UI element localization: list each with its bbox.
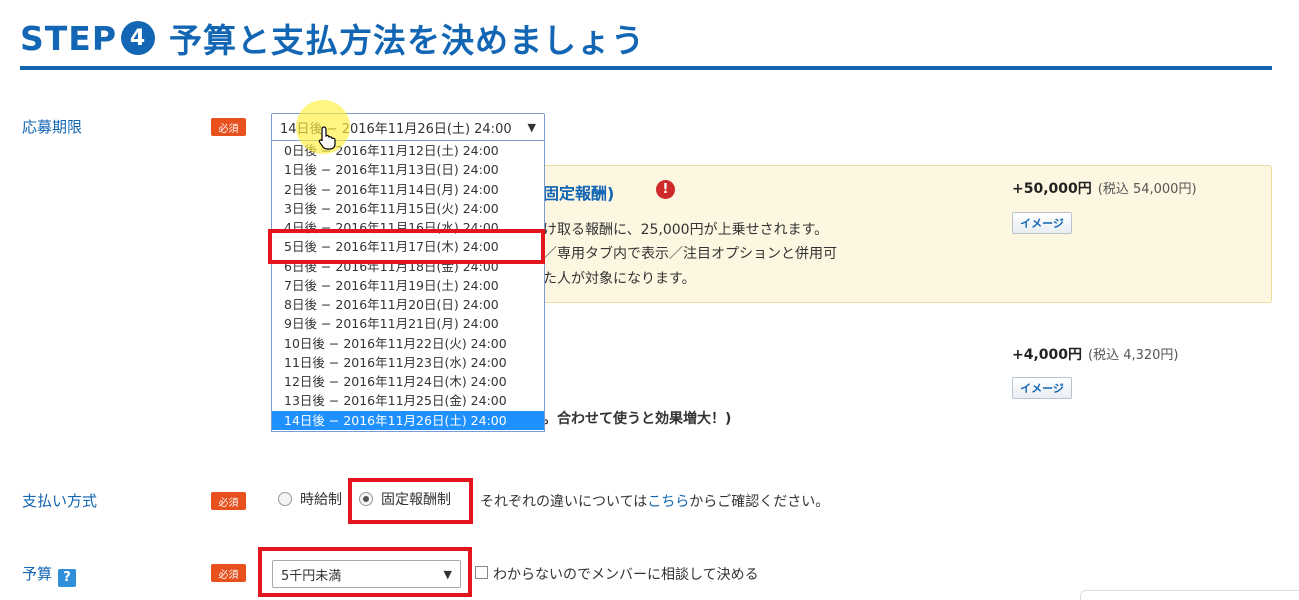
deadline-dropdown-list[interactable]: 0日後 − 2016年11月12日(土) 24:00 1日後 − 2016年11… — [271, 140, 545, 432]
premium-price: +50,000円 (税込 54,000円) — [1012, 178, 1197, 198]
payment-note-link[interactable]: こちら — [647, 494, 689, 510]
chevron-down-icon: ▼ — [527, 120, 536, 134]
deadline-option-10[interactable]: 10日後 − 2016年11月22日(火) 24:00 — [272, 334, 544, 353]
premium-desc-line-2: ／専用タブ内で表示／注目オプションと併用可 — [543, 246, 837, 262]
premium-desc-line-1: け取る報酬に、25,000円が上乗せされます。 — [543, 222, 829, 238]
deadline-option-12[interactable]: 12日後 − 2016年11月24日(木) 24:00 — [272, 372, 544, 391]
budget-required-badge: 必須 — [211, 564, 246, 582]
deadline-option-7[interactable]: 7日後 − 2016年11月19日(土) 24:00 — [272, 276, 544, 295]
deadline-option-2[interactable]: 2日後 − 2016年11月14日(月) 24:00 — [272, 180, 544, 199]
floating-panel-edge — [1080, 590, 1299, 600]
consult-checkbox[interactable] — [475, 566, 488, 579]
payment-note-prefix: それぞれの違いについては — [480, 494, 648, 510]
title-divider — [20, 66, 1272, 70]
premium-price-value: +50,000円 — [1012, 181, 1092, 197]
deadline-option-14[interactable]: 14日後 − 2016年11月26日(土) 24:00 — [272, 410, 544, 430]
hand-cursor-icon — [318, 126, 336, 150]
premium-option-title: 固定報酬) — [543, 184, 615, 203]
second-option-image-button[interactable]: イメージ — [1012, 377, 1072, 399]
radio-hourly[interactable]: 時給制 — [278, 489, 342, 509]
deadline-option-1[interactable]: 1日後 − 2016年11月13日(日) 24:00 — [272, 160, 544, 179]
highlight-box-budget — [258, 547, 472, 597]
budget-label: 予算? — [22, 563, 77, 587]
step-label: STEP — [20, 18, 118, 58]
second-option-price: +4,000円 (税込 4,320円) — [1012, 344, 1179, 364]
premium-price-tax: (税込 54,000円) — [1097, 182, 1197, 197]
page-title: STEP 4 予算と支払方法を決めましょう — [20, 14, 645, 62]
highlight-box-fixed-rate — [348, 478, 473, 524]
step-number-badge: 4 — [121, 21, 156, 55]
deadline-option-11[interactable]: 11日後 − 2016年11月23日(水) 24:00 — [272, 353, 544, 372]
radio-hourly-label: 時給制 — [300, 492, 342, 508]
second-option-note: 。合わせて使うと効果増大！) — [543, 411, 732, 427]
second-option-price-tax: (税込 4,320円) — [1088, 348, 1179, 363]
warning-icon: ! — [656, 180, 675, 199]
payment-note: それぞれの違いについてはこちらからご確認ください。 — [480, 491, 829, 511]
premium-desc-line-3: た人が対象になります。 — [543, 271, 696, 287]
highlight-box-option-5 — [268, 229, 545, 264]
budget-label-text: 予算 — [22, 565, 53, 583]
deadline-option-8[interactable]: 8日後 − 2016年11月20日(日) 24:00 — [272, 295, 544, 314]
payment-note-suffix: からご確認ください。 — [689, 494, 830, 510]
deadline-required-badge: 必須 — [211, 118, 246, 136]
deadline-option-3[interactable]: 3日後 − 2016年11月15日(火) 24:00 — [272, 199, 544, 218]
step-title-text: 予算と支払方法を決めましょう — [169, 21, 646, 60]
payment-label: 支払い方式 — [22, 492, 98, 510]
deadline-label: 応募期限 — [22, 118, 83, 136]
payment-required-badge: 必須 — [211, 492, 246, 510]
consult-checkbox-label[interactable]: わからないのでメンバーに相談して決める — [493, 564, 759, 584]
deadline-option-13[interactable]: 13日後 − 2016年11月25日(金) 24:00 — [272, 391, 544, 410]
second-option-price-value: +4,000円 — [1012, 347, 1083, 363]
premium-image-button[interactable]: イメージ — [1012, 212, 1072, 234]
radio-hourly-icon[interactable] — [278, 492, 292, 506]
deadline-option-9[interactable]: 9日後 − 2016年11月21日(月) 24:00 — [272, 314, 544, 333]
help-icon[interactable]: ? — [58, 568, 77, 587]
